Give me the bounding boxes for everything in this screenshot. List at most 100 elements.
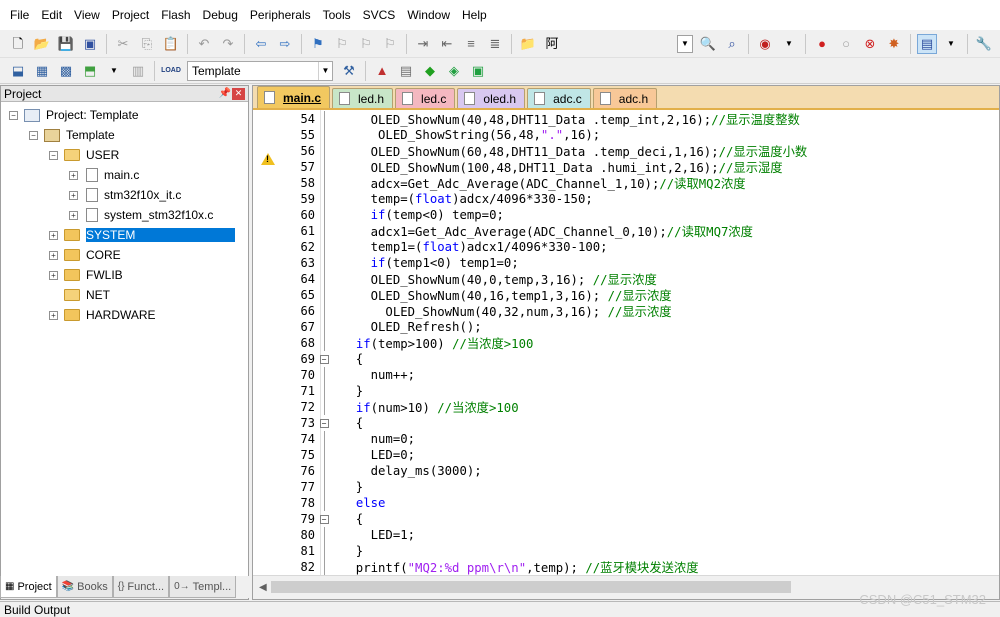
collapse-icon[interactable]: − (49, 150, 58, 160)
collapse-icon[interactable]: − (9, 110, 18, 120)
expand-icon[interactable]: + (49, 310, 58, 320)
code-line[interactable]: 68 if(temp>100) //当浓度>100 (253, 335, 999, 351)
incremental-find-icon[interactable]: ⌕ (722, 34, 742, 54)
open-folder-icon[interactable]: 📂 (32, 34, 52, 54)
batch-build-dropdown-icon[interactable]: ▼ (104, 61, 124, 81)
manage-runtime-icon[interactable]: ◆ (420, 61, 440, 81)
build-icon[interactable]: ▦ (32, 61, 52, 81)
target-select[interactable]: Template ▼ (187, 60, 333, 81)
copy-icon[interactable]: ⎘ (137, 34, 157, 54)
stop-build-icon[interactable]: ▥ (128, 61, 148, 81)
expand-icon[interactable]: + (69, 170, 78, 180)
tab-led-h[interactable]: led.h (332, 88, 394, 108)
tab-main-c[interactable]: main.c (257, 86, 331, 108)
tab-functions[interactable]: {} Funct... (112, 576, 170, 598)
enable-breakpoint-icon[interactable]: ○ (836, 34, 856, 54)
tree-group-system[interactable]: + SYSTEM (49, 226, 236, 244)
code-line[interactable]: 57 OLED_ShowNum(100,48,DHT11_Data .humi_… (253, 159, 999, 175)
uncomment-icon[interactable]: ≣ (485, 34, 505, 54)
code-line[interactable]: 61 adcx1=Get_Adc_Average(ADC_Channel_0,1… (253, 223, 999, 239)
tree-target[interactable]: − Template (29, 126, 115, 144)
debug-session-icon[interactable]: ◉ (755, 34, 775, 54)
code-line[interactable]: 66 OLED_ShowNum(40,32,num,3,16); //显示浓度 (253, 303, 999, 319)
indent-icon[interactable]: ⇥ (413, 34, 433, 54)
redo-icon[interactable]: ↷ (218, 34, 238, 54)
find-icon[interactable]: 🔍 (698, 34, 718, 54)
code-line[interactable]: 59 temp=(float)adcx/4096*330-150; (253, 191, 999, 207)
prev-bookmark-icon[interactable]: ⚐ (332, 34, 352, 54)
menu-peripherals[interactable]: Peripherals (244, 0, 317, 30)
clear-bookmarks-icon[interactable]: ⚐ (380, 34, 400, 54)
code-line[interactable]: 74 num=0; (253, 431, 999, 447)
code-area[interactable]: 54 OLED_ShowNum(40,48,DHT11_Data .temp_i… (253, 110, 999, 575)
tree-group-hardware[interactable]: + HARDWARE (49, 306, 156, 324)
kill-breakpoints-icon[interactable]: ✸ (884, 34, 904, 54)
menu-window[interactable]: Window (401, 0, 456, 30)
window-layout-dropdown-icon[interactable]: ▼ (941, 34, 961, 54)
find-in-files-icon[interactable]: 📁 (518, 34, 538, 54)
tab-oled-h[interactable]: oled.h (457, 88, 526, 108)
comment-icon[interactable]: ≡ (461, 34, 481, 54)
code-line[interactable]: 65 OLED_ShowNum(40,16,temp1,3,16); //显示浓… (253, 287, 999, 303)
configure-tools-icon[interactable]: 🔧 (974, 34, 994, 54)
code-line[interactable]: 80 LED=1; (253, 527, 999, 543)
menu-help[interactable]: Help (456, 0, 493, 30)
pin-icon[interactable]: 📌 (218, 88, 232, 99)
code-line[interactable]: 73− { (253, 415, 999, 431)
navigate-back-icon[interactable]: ⇦ (251, 34, 271, 54)
software-packs-icon[interactable]: ▣ (468, 61, 488, 81)
menu-file[interactable]: File (4, 0, 35, 30)
code-line[interactable]: 58 adcx=Get_Adc_Average(ADC_Channel_1,10… (253, 175, 999, 191)
menu-project[interactable]: Project (106, 0, 155, 30)
code-line[interactable]: 62 temp1=(float)adcx1/4096*330-100; (253, 239, 999, 255)
tree-file-main[interactable]: + main.c (69, 166, 139, 184)
tree-group-fwlib[interactable]: + FWLIB (49, 266, 123, 284)
code-line[interactable]: 76 delay_ms(3000); (253, 463, 999, 479)
navigate-forward-icon[interactable]: ⇨ (275, 34, 295, 54)
code-line[interactable]: 78 else (253, 495, 999, 511)
menu-flash[interactable]: Flash (155, 0, 196, 30)
disable-breakpoints-icon[interactable]: ⊗ (860, 34, 880, 54)
tree-group-user[interactable]: − USER (49, 146, 119, 164)
code-line[interactable]: 63 if(temp1<0) temp1=0; (253, 255, 999, 271)
batch-build-icon[interactable]: ⬒ (80, 61, 100, 81)
code-line[interactable]: 71 } (253, 383, 999, 399)
code-line[interactable]: 55 OLED_ShowString(56,48,".",16); (253, 127, 999, 143)
code-line[interactable]: 72 if(num>10) //当浓度>100 (253, 399, 999, 415)
code-line[interactable]: 56 OLED_ShowNum(60,48,DHT11_Data .temp_d… (253, 143, 999, 159)
tree-file-it[interactable]: + stm32f10x_it.c (69, 186, 181, 204)
fold-toggle[interactable]: − (317, 351, 331, 367)
code-line[interactable]: 69− { (253, 351, 999, 367)
menu-edit[interactable]: Edit (35, 0, 68, 30)
expand-icon[interactable]: + (49, 250, 58, 260)
close-icon[interactable]: ✕ (232, 87, 245, 100)
find-text-label[interactable]: 阿 (542, 34, 562, 54)
tab-templates[interactable]: 0→ Templ... (169, 576, 237, 598)
expand-icon[interactable]: + (49, 230, 58, 240)
tab-adc-c[interactable]: adc.c (527, 88, 591, 108)
tree-file-system[interactable]: + system_stm32f10x.c (69, 206, 213, 224)
tab-project[interactable]: ▦ Project (0, 576, 57, 598)
debug-dropdown-icon[interactable]: ▼ (779, 34, 799, 54)
select-packs-icon[interactable]: ▤ (396, 61, 416, 81)
code-line[interactable]: 81 } (253, 543, 999, 559)
fold-toggle[interactable]: − (317, 511, 331, 527)
code-line[interactable]: 79− { (253, 511, 999, 527)
tree-project-root[interactable]: − Project: Template (9, 106, 139, 124)
menu-svcs[interactable]: SVCS (357, 0, 402, 30)
pack-installer-icon[interactable]: ◈ (444, 61, 464, 81)
scroll-left-icon[interactable]: ◀ (259, 582, 267, 593)
cut-icon[interactable]: ✂ (113, 34, 133, 54)
expand-icon[interactable]: + (49, 270, 58, 280)
save-all-icon[interactable]: ▣ (80, 34, 100, 54)
window-layout-icon[interactable]: ▤ (917, 33, 937, 54)
expand-icon[interactable]: + (69, 210, 78, 220)
code-line[interactable]: 70 num++; (253, 367, 999, 383)
build-output-panel[interactable]: Build Output (0, 601, 1000, 617)
unindent-icon[interactable]: ⇤ (437, 34, 457, 54)
code-line[interactable]: 60 if(temp<0) temp=0; (253, 207, 999, 223)
scrollbar-thumb[interactable] (271, 581, 791, 593)
save-icon[interactable]: 💾 (56, 34, 76, 54)
collapse-icon[interactable]: − (29, 130, 38, 140)
target-options-icon[interactable]: ⚒ (339, 61, 359, 81)
